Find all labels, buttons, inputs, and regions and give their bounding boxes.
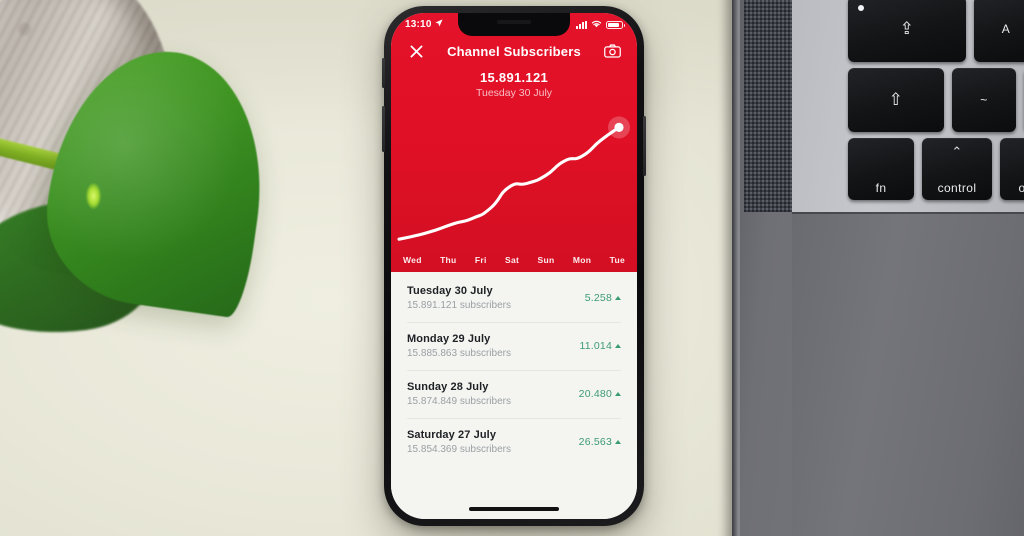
x-label-sat: Sat [505, 255, 520, 265]
status-bar-right [576, 19, 625, 31]
summary-date: Tuesday 30 July [475, 87, 553, 99]
a-key-label: A [1001, 22, 1011, 36]
row-subscribers-label: 15.874.849 subscribers [407, 396, 511, 407]
chart-svg [397, 116, 630, 241]
x-label-tue: Tue [609, 255, 625, 265]
table-row[interactable]: Monday 29 July 15.885.863 subscribers 11… [391, 322, 637, 370]
table-row[interactable]: Saturday 27 July 15.854.369 subscribers … [391, 418, 637, 466]
option-glyph-icon: ⌥ [1000, 144, 1024, 160]
fn-key[interactable]: fn [848, 138, 914, 200]
table-row[interactable]: Tuesday 30 July 15.891.121 subscribers 5… [391, 274, 637, 322]
trend-up-icon [615, 296, 621, 300]
x-label-thu: Thu [440, 255, 457, 265]
row-day-label: Sunday 28 July [407, 381, 489, 393]
status-bar-left: 13:10 [405, 19, 443, 30]
app-navbar: Channel Subscribers [391, 36, 637, 66]
trend-up-icon [615, 392, 621, 396]
x-label-sun: Sun [537, 255, 555, 265]
status-time: 13:10 [405, 19, 432, 30]
trend-up-icon [615, 344, 621, 348]
app-header-red: 13:10 Channel Subscribers 15.891.121 Tue… [391, 13, 637, 272]
row-left: Monday 29 July 15.885.863 subscribers [407, 333, 511, 359]
option-key[interactable]: ⌥ option [1000, 138, 1024, 200]
caps-lock-icon: ⇪ [899, 19, 915, 38]
row-day-label: Monday 29 July [407, 333, 491, 345]
phone-screen[interactable]: 13:10 Channel Subscribers 15.891.121 Tue… [391, 13, 637, 519]
row-delta-value: 26.563 [578, 436, 612, 448]
x-label-fri: Fri [474, 255, 487, 265]
power-button[interactable] [643, 116, 646, 176]
home-indicator[interactable] [391, 499, 637, 519]
row-delta-value: 5.258 [584, 292, 612, 304]
chart-selected-point[interactable] [614, 122, 624, 132]
macbook-palmrest [792, 212, 1024, 536]
chart-line-path [397, 125, 621, 241]
x-label-wed: Wed [403, 255, 422, 265]
control-glyph-icon: ⌃ [951, 144, 963, 159]
earpiece-speaker [497, 20, 531, 24]
tilde-key[interactable]: ~ [952, 68, 1016, 132]
macbook-deck-seam [792, 212, 1024, 214]
row-delta: 5.258 [585, 292, 621, 304]
plant [0, 0, 300, 345]
control-key[interactable]: ⌃ control [922, 138, 992, 200]
wifi-icon [591, 19, 602, 31]
subscribers-line-chart[interactable] [391, 103, 637, 255]
row-subscribers-label: 15.891.121 subscribers [407, 300, 511, 311]
row-subscribers-label: 15.885.863 subscribers [407, 348, 511, 359]
iphone-device: 13:10 Channel Subscribers 15.891.121 Tue… [382, 6, 646, 526]
row-subscribers-label: 15.854.369 subscribers [407, 444, 511, 455]
shift-icon: ⇧ [888, 90, 904, 109]
subscriber-count: 15.891.121 [479, 70, 549, 85]
row-left: Sunday 28 July 15.874.849 subscribers [407, 381, 511, 407]
row-delta: 26.563 [579, 436, 621, 448]
a-key[interactable]: A [974, 0, 1024, 62]
row-delta: 20.480 [579, 388, 621, 400]
tilde-key-label: ~ [980, 93, 988, 107]
fn-key-label: fn [875, 181, 887, 195]
battery-icon [606, 20, 625, 29]
option-key-label: option [1018, 181, 1024, 195]
table-row[interactable]: Sunday 28 July 15.874.849 subscribers 20… [391, 370, 637, 418]
row-left: Saturday 27 July 15.854.369 subscribers [407, 429, 511, 455]
row-delta-value: 11.014 [579, 340, 612, 352]
row-delta: 11.014 [579, 340, 621, 352]
row-left: Tuesday 30 July 15.891.121 subscribers [407, 285, 511, 311]
caps-lock-key[interactable]: ⇪ [848, 0, 966, 62]
camera-icon[interactable] [601, 40, 623, 62]
location-arrow-icon [434, 19, 443, 30]
macbook: ⇪ A S ⇧ ~ Z fn ⌃ control ⌥ option c [700, 0, 1024, 536]
row-delta-value: 20.480 [578, 388, 612, 400]
summary-block: 15.891.121 Tuesday 30 July [391, 66, 637, 101]
x-label-mon: Mon [572, 255, 592, 265]
row-day-label: Tuesday 30 July [407, 285, 493, 297]
caps-lock-indicator [858, 5, 864, 11]
close-icon[interactable] [405, 40, 427, 62]
row-day-label: Saturday 27 July [407, 429, 497, 441]
trend-up-icon [615, 440, 621, 444]
chart-x-axis-labels: Wed Thu Fri Sat Sun Mon Tue [391, 255, 637, 272]
shift-key[interactable]: ⇧ [848, 68, 944, 132]
cellular-signal-icon [576, 20, 587, 29]
leaf-highlight [86, 183, 101, 209]
phone-notch [458, 13, 570, 36]
macbook-speaker-grille [744, 0, 792, 212]
daily-stats-list[interactable]: Tuesday 30 July 15.891.121 subscribers 5… [391, 272, 637, 499]
control-key-label: control [937, 181, 977, 195]
